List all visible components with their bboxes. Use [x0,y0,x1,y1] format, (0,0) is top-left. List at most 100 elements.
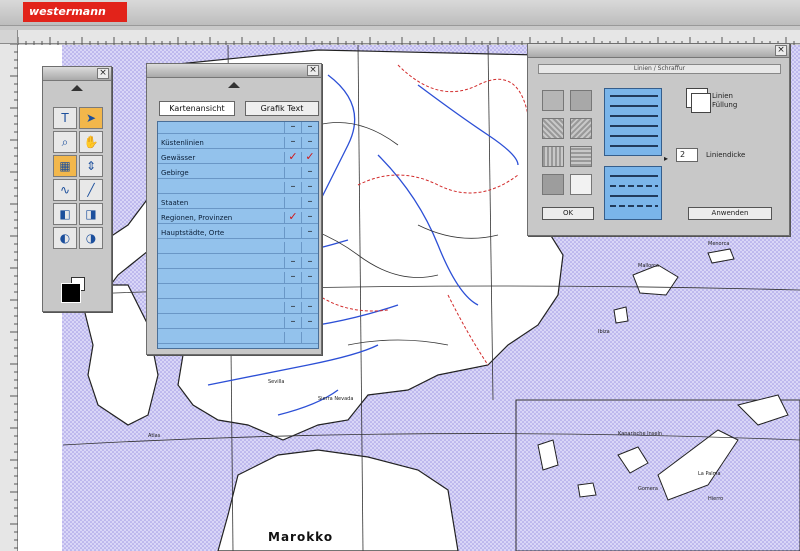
pattern-swatch-1[interactable] [542,90,564,111]
layer-row-label: Hauptstädte, Orte [161,229,225,237]
layer-label-toggle[interactable]: – [301,167,318,179]
stroke-arrow-icon: ▸ [664,154,669,163]
layer-row[interactable]: – – [158,302,318,314]
layer-label-toggle[interactable]: – [301,122,318,134]
layer-visibility-toggle[interactable] [284,287,301,299]
layer-visibility-toggle[interactable] [284,242,301,254]
layer-visibility-toggle[interactable]: – [284,257,301,269]
layer-label-toggle[interactable]: – [301,257,318,269]
layer-list: – – Küstenlinien – – Gewässer ✓ ✓ Gebirge – – – Staa… [157,121,319,349]
line-pattern-solid-preview[interactable] [604,88,662,156]
layer-row[interactable]: Regionen, Provinzen ✓ – [158,211,318,224]
layer-label-toggle[interactable]: – [301,212,318,224]
layer-visibility-toggle[interactable]: – [284,272,301,284]
move-tool-icon: ⇕ [85,159,97,173]
layer-visibility-toggle[interactable]: – [284,137,301,149]
apply-button[interactable]: Anwenden [688,207,772,220]
foreground-color-swatch[interactable] [61,283,81,303]
layer-row[interactable]: Küstenlinien – – [158,137,318,149]
ok-button[interactable]: OK [542,207,594,220]
layer-row[interactable]: Gewässer ✓ ✓ [158,151,318,164]
hand-tool-icon: ✋ [83,135,99,149]
pattern-swatch-7[interactable] [542,174,564,195]
layer-label-toggle[interactable] [301,332,318,344]
fill-lines-icon[interactable] [686,88,711,113]
layer-label-checkmark-icon[interactable]: ✓ [301,151,318,164]
line-pattern-dashed-preview[interactable] [604,166,662,220]
pattern-panel-titlebar[interactable]: × [528,44,789,58]
curve-tool-icon: ∿ [59,183,71,197]
tab-graphic-text[interactable]: Grafik Text [245,101,319,116]
layer-row[interactable] [158,242,318,254]
layer-row[interactable]: Gebirge – [158,167,318,179]
pattern-swatch-3[interactable] [542,118,564,139]
layer-row[interactable]: Staaten – [158,197,318,209]
ruler-corner [0,30,18,44]
grid-tool-button[interactable]: ▦ [53,155,77,177]
layer-label-toggle[interactable]: – [301,197,318,209]
hand-tool-button[interactable]: ✋ [79,131,103,153]
layer-label-toggle[interactable]: – [301,227,318,239]
fill-left-tool-button[interactable]: ◧ [53,203,77,225]
fill-left-tool-icon: ◧ [59,207,71,221]
layer-label-toggle[interactable] [301,242,318,254]
tool-grid: T ➤ ⌕ ✋ ▦ ⇕ ∿ ╱ ◧ ◨ ◐ ◑ [53,107,103,249]
layer-label-toggle[interactable]: – [301,272,318,284]
stroke-width-input[interactable]: 2 [676,148,698,162]
layer-row[interactable] [158,332,318,344]
pattern-panel-title: Linien / Schraffur [538,64,781,74]
pattern-panel-close-button[interactable]: × [775,45,787,56]
layer-visibility-toggle[interactable] [284,167,301,179]
pattern-swatch-2[interactable] [570,90,592,111]
tools-panel-close-button[interactable]: × [97,68,109,79]
layer-visible-checkmark-icon[interactable]: ✓ [284,151,301,164]
layer-visibility-toggle[interactable]: – [284,122,301,134]
curve-tool-button[interactable]: ∿ [53,179,77,201]
pattern-swatch-5[interactable] [542,146,564,167]
layer-row[interactable]: – – [158,257,318,269]
pattern-swatch-4[interactable] [570,118,592,139]
tools-panel-titlebar[interactable]: × [43,67,111,81]
layers-panel-titlebar[interactable]: × [147,64,321,78]
pointer-tool-icon: ➤ [85,111,97,125]
layer-visibility-toggle[interactable] [284,227,301,239]
pattern-swatch-6[interactable] [570,146,592,167]
pattern-swatch-8[interactable] [570,174,592,195]
layer-label-toggle[interactable] [301,287,318,299]
zoom-tool-button[interactable]: ⌕ [53,131,77,153]
layers-panel-close-button[interactable]: × [307,65,319,76]
text-tool-button[interactable]: T [53,107,77,129]
layer-row-label: Küstenlinien [161,139,204,147]
layer-row[interactable]: – – [158,317,318,329]
label-canary-islands: Kanarische Inseln [618,431,662,437]
line-tool-button[interactable]: ╱ [79,179,103,201]
horizontal-ruler[interactable] [17,30,800,45]
label-ibiza: Ibiza [598,329,610,335]
tab-map-view[interactable]: Kartenansicht [159,101,235,116]
move-tool-button[interactable]: ⇕ [79,155,103,177]
layer-label-toggle[interactable]: – [301,302,318,314]
contrast-right-tool-button[interactable]: ◑ [79,227,103,249]
layer-row[interactable]: – – [158,272,318,284]
brand-logo: westermann [23,2,127,22]
layer-visibility-toggle[interactable] [284,332,301,344]
layer-row[interactable] [158,287,318,299]
tools-panel-collapse-icon[interactable] [71,85,83,91]
layer-visibility-toggle[interactable]: – [284,317,301,329]
layers-panel-collapse-icon[interactable] [228,82,240,88]
layer-visible-checkmark-icon[interactable]: ✓ [284,211,301,224]
fill-right-tool-button[interactable]: ◨ [79,203,103,225]
layer-row[interactable]: – – [158,182,318,194]
layer-row[interactable]: Hauptstädte, Orte – [158,227,318,239]
layer-visibility-toggle[interactable] [284,197,301,209]
layer-row[interactable]: – – [158,122,318,134]
layer-label-toggle[interactable]: – [301,182,318,194]
vertical-ruler[interactable] [0,43,18,551]
pointer-tool-button[interactable]: ➤ [79,107,103,129]
layer-label-toggle[interactable]: – [301,137,318,149]
label-gomera: Gomera [638,486,658,492]
layer-label-toggle[interactable]: – [301,317,318,329]
layer-visibility-toggle[interactable]: – [284,182,301,194]
contrast-left-tool-button[interactable]: ◐ [53,227,77,249]
layer-visibility-toggle[interactable]: – [284,302,301,314]
